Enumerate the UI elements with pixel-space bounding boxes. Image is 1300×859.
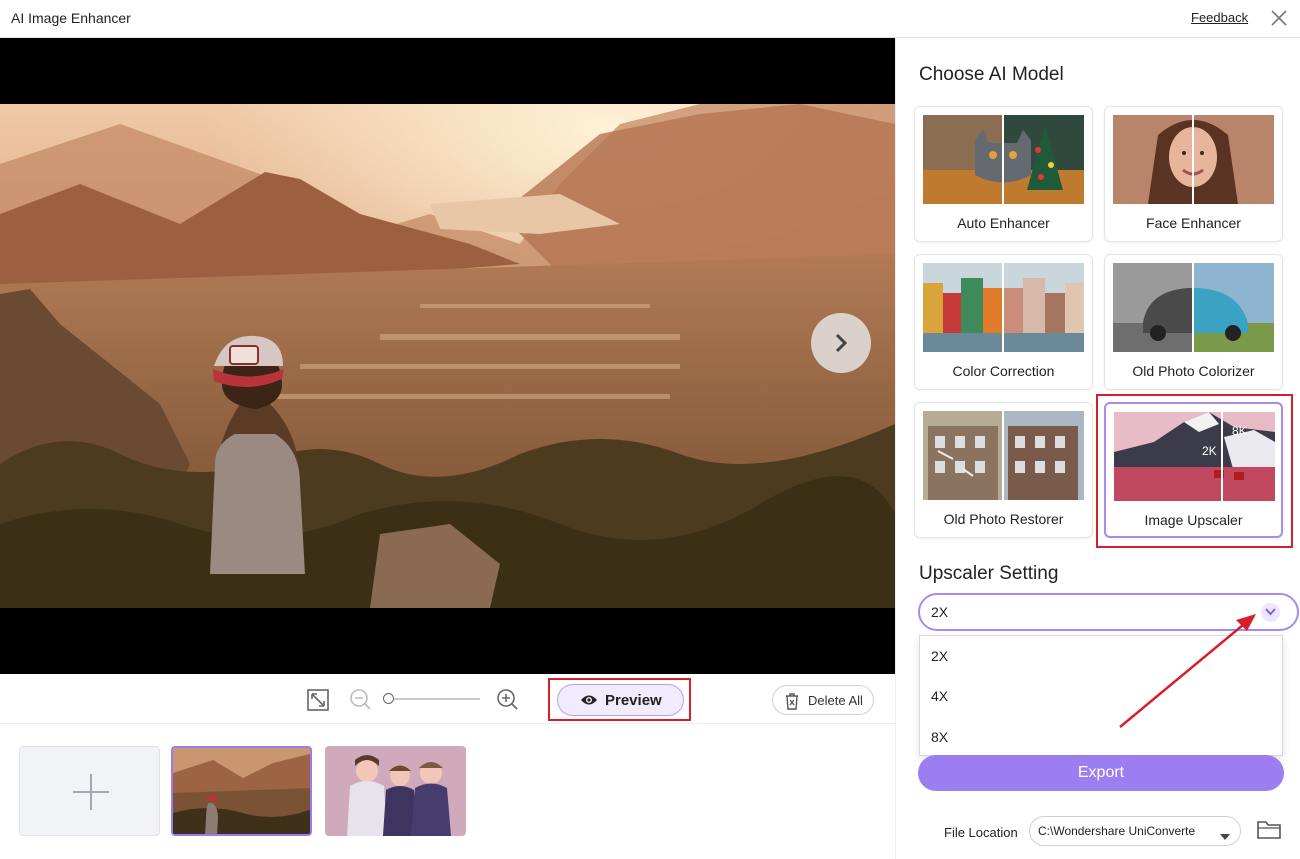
upscale-option-4x[interactable]: 4X [931,688,948,704]
preview-button[interactable]: Preview [557,684,684,716]
auto-enhancer-thumbnail [923,115,1084,204]
thumbnail-strip [0,724,895,859]
zoom-in-icon[interactable] [496,688,520,712]
zoom-out-icon[interactable] [349,688,373,712]
image-preview-stage [0,38,895,674]
window-title: AI Image Enhancer [11,10,131,26]
preview-button-label: Preview [605,692,662,709]
face-enhancer-label: Face Enhancer [1146,215,1241,231]
old-photo-restorer-thumbnail [923,411,1084,500]
thumbnail-landscape[interactable] [171,746,312,836]
eye-icon [580,693,598,711]
zoom-slider-track[interactable] [384,698,480,700]
model-card-old-photo-colorizer[interactable]: Old Photo Colorizer [1104,254,1283,390]
choose-model-heading: Choose AI Model [919,64,1064,85]
close-icon[interactable] [1268,7,1290,29]
settings-panel: Choose AI Model Auto Enhancer Face Enhan… [895,38,1300,859]
fit-screen-icon[interactable] [306,688,330,712]
folder-icon[interactable] [1257,819,1281,844]
auto-enhancer-label: Auto Enhancer [957,215,1050,231]
preview-toolbar: Preview Delete All [0,674,895,724]
upscaler-setting-heading: Upscaler Setting [919,563,1059,584]
export-button[interactable]: Export [918,755,1284,791]
old-photo-restorer-label: Old Photo Restorer [943,511,1064,527]
delete-all-button[interactable]: Delete All [772,685,874,715]
old-photo-colorizer-label: Old Photo Colorizer [1132,363,1255,379]
color-correction-thumbnail [923,263,1084,352]
zoom-slider-handle[interactable] [383,693,394,704]
upscale-option-8x[interactable]: 8X [931,729,948,745]
color-correction-label: Color Correction [952,363,1055,379]
title-bar: AI Image Enhancer Feedback [0,0,1300,38]
upscale-factor-dropdown: 2X 4X 8X [919,635,1283,756]
app-window: AI Image Enhancer Feedback Preview Delet… [0,0,1300,859]
model-card-face-enhancer[interactable]: Face Enhancer [1104,106,1283,242]
thumbnail-old-photo[interactable] [325,746,466,836]
upscale-factor-select[interactable]: 2X [918,593,1299,631]
dropdown-arrow-icon [1220,828,1230,846]
file-location-select[interactable]: C:\Wondershare UniConverte [1029,816,1241,846]
old-photo-colorizer-thumbnail [1113,263,1274,352]
face-enhancer-thumbnail [1113,115,1274,204]
feedback-link[interactable]: Feedback [1191,10,1248,25]
preview-image [0,104,895,608]
plus-icon [73,774,109,810]
model-card-old-photo-restorer[interactable]: Old Photo Restorer [914,402,1093,538]
chevron-down-icon[interactable] [1261,603,1280,622]
trash-icon [784,692,800,713]
model-card-auto-enhancer[interactable]: Auto Enhancer [914,106,1093,242]
file-location-label: File Location [944,825,1018,840]
image-upscaler-highlight-box [1096,394,1293,548]
upscale-factor-value: 2X [931,604,949,620]
model-card-color-correction[interactable]: Color Correction [914,254,1093,390]
next-image-button[interactable] [811,313,871,373]
upscale-option-2x[interactable]: 2X [931,648,948,664]
file-location-value: C:\Wondershare UniConverte [1038,824,1196,838]
delete-all-label: Delete All [808,693,863,708]
add-image-button[interactable] [19,746,160,836]
